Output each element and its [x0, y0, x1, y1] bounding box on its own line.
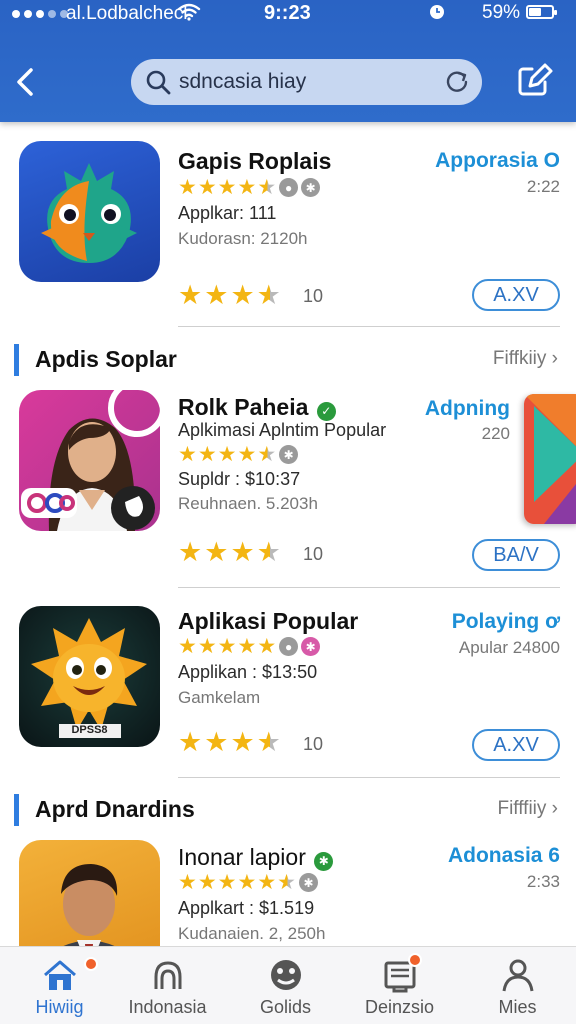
compose-icon[interactable] — [514, 60, 554, 100]
badge-icon: ✱ — [298, 873, 318, 892]
nav-home[interactable]: Hiwiig — [2, 947, 117, 1024]
nav-deinzsio[interactable]: Deinzsio — [342, 947, 457, 1024]
app-subdetail: Kudanaien. 2, 250h — [178, 924, 326, 943]
app-status: Adonasia 6 — [447, 844, 560, 867]
app-subdetail: Kudorasn: 2120h — [178, 229, 308, 248]
nav-label: Mies — [498, 997, 537, 1017]
star-rating: ★ ★ ★ ★ ★ ● ✱ — [178, 636, 321, 657]
see-more-link[interactable]: Fifffiiy › — [497, 798, 558, 820]
app-status: Polaying ơ — [451, 610, 560, 633]
section-header: Apdis Soplar Fiffkiiy › — [0, 340, 576, 380]
search-icon — [146, 70, 171, 95]
star-rating: ★ ★ ★ ★ ★ ✱ — [178, 444, 299, 465]
person-icon — [502, 959, 534, 992]
app-detail: Applikan : $13:50 — [178, 662, 318, 682]
back-arrow-icon[interactable] — [10, 64, 42, 100]
notification-badge — [84, 957, 98, 971]
install-button[interactable]: A.XV — [472, 729, 560, 761]
rating-count: 10 — [303, 734, 324, 754]
man-portrait-icon — [19, 840, 160, 946]
refresh-icon[interactable] — [444, 69, 470, 95]
star-rating-large: ★ ★ ★ ★ — [178, 727, 281, 757]
nav-label: Hiwiig — [35, 997, 84, 1017]
divider — [178, 587, 560, 588]
wifi-icon — [177, 3, 201, 21]
nav-label: Golids — [259, 997, 312, 1017]
app-list: Gapis Roplais ★ ★ ★ ★ ★ ● ✱ Applkar: 111 Kudo… — [0, 122, 576, 946]
install-button[interactable]: A.XV — [472, 279, 560, 311]
clock: 9::23 — [264, 2, 311, 24]
green-orange-bird-icon — [19, 141, 160, 282]
app-meta: 2:33 — [526, 872, 560, 891]
badge-icon: ✱ — [301, 178, 321, 197]
app-status: Adpning — [424, 397, 510, 420]
verified-icon: ✓ — [316, 401, 336, 421]
app-detail: Applkar: 111 — [178, 203, 277, 223]
app-meta: Apular 24800 — [458, 638, 560, 657]
nav-indonasia[interactable]: Indonasia — [110, 947, 225, 1024]
section-accent — [14, 794, 19, 826]
battery-percent: 59% — [482, 2, 521, 23]
app-subdetail: Reuhnaen. 5.203h — [178, 494, 318, 513]
battery-icon — [526, 5, 557, 19]
star-rating: ★ ★ ★ ★ ★ ● ✱ — [178, 177, 321, 198]
section-header: Aprd Dnardins Fifffiiy › — [0, 790, 576, 830]
nav-label: Indonasia — [128, 997, 207, 1017]
app-name[interactable]: Rolk Paheia ✓ — [178, 394, 336, 421]
chevron-right-icon: › — [551, 798, 558, 819]
section-accent — [14, 344, 19, 376]
rating-count: 10 — [303, 286, 324, 306]
section-title: Aprd Dnardins — [35, 796, 195, 822]
nav-mies[interactable]: Mies — [460, 947, 575, 1024]
app-name[interactable]: Aplikasi Popular — [178, 608, 358, 635]
list-item[interactable]: Gapis Roplais ★ ★ ★ ★ ★ ● ✱ Applkar: 111 Kudo… — [0, 122, 576, 332]
star-rating-large: ★ ★ ★ ★ — [178, 537, 281, 567]
cloud-icon — [154, 961, 182, 989]
app-status: Apporasia O — [435, 149, 560, 172]
app-meta: 2:22 — [526, 177, 560, 196]
woman-portrait-icon — [19, 390, 160, 531]
badge-icon: ✱ — [301, 637, 321, 656]
gamepad-icon — [271, 960, 301, 990]
signal-strength-icon — [12, 10, 68, 18]
install-button[interactable]: BA/V — [472, 539, 560, 571]
badge-icon: ● — [279, 637, 299, 656]
search-input[interactable]: sdncasia hiay — [179, 70, 306, 94]
app-header: al.Lodbalchecl 9::23 59% sdncasia hiay — [0, 0, 576, 122]
star-rating: ★ ★ ★ ★ ★ ★ ✱ — [178, 872, 318, 893]
rating-count: 10 — [303, 544, 324, 564]
star-rating-large: ★ ★ ★ ★ — [178, 280, 281, 310]
bottom-navigation: Hiwiig Indonasia Golids Deinzsio Mies — [0, 946, 576, 1024]
notification-badge — [408, 953, 422, 967]
divider — [178, 777, 560, 778]
search-bar[interactable]: sdncasia hiay — [131, 59, 482, 105]
verified-icon: ✱ — [314, 851, 334, 871]
see-more-link[interactable]: Fiffkiiy › — [493, 348, 558, 370]
carousel-card-peek[interactable] — [524, 394, 576, 524]
app-subdetail: Gamkelam — [178, 688, 261, 707]
orange-star-creature-icon: DPSS8 — [19, 606, 160, 747]
app-detail: Applkart : $1.519 — [178, 898, 315, 918]
nav-golids[interactable]: Golids — [228, 947, 343, 1024]
alarm-icon — [430, 5, 444, 19]
app-name[interactable]: Gapis Roplais — [178, 148, 331, 175]
carrier-name: al.Lodbalchecl — [66, 3, 188, 24]
divider — [178, 326, 560, 327]
badge-icon: ✱ — [279, 445, 299, 464]
app-category: Aplkimasi Aplntim Popular — [178, 420, 387, 440]
icon-caption: DPSS8 — [71, 724, 108, 736]
nav-label: Deinzsio — [364, 997, 435, 1017]
app-name[interactable]: Inonar lapior ✱ — [178, 844, 334, 871]
list-item[interactable]: Inonar lapior ✱ ★ ★ ★ ★ ★ ★ ✱ Applkart : $1.5… — [0, 834, 576, 946]
app-meta: 220 — [481, 424, 510, 443]
chevron-right-icon: › — [551, 348, 558, 369]
badge-icon: ● — [279, 178, 299, 197]
home-icon — [44, 960, 76, 990]
app-detail: Supldr : $10:37 — [178, 469, 301, 489]
status-bar: al.Lodbalchecl 9::23 59% — [0, 0, 576, 28]
section-title: Apdis Soplar — [35, 346, 177, 372]
list-item[interactable]: DPSS8 Aplikasi Popular ★ ★ ★ ★ ★ ● ✱ Applikan… — [0, 600, 576, 790]
